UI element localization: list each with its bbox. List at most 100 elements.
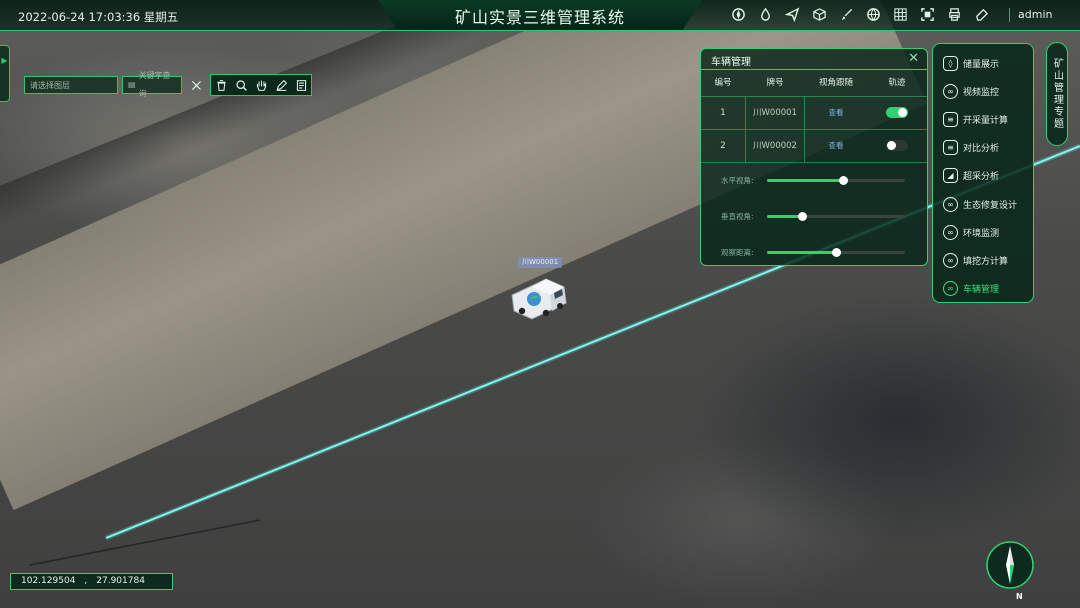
keyword-placeholder: 关键字查询 [138, 71, 171, 98]
track-toggle[interactable] [886, 140, 908, 151]
menu-item-compare[interactable]: ≡ 对比分析 [933, 134, 1033, 162]
slider-fill [767, 215, 802, 218]
table-row: 1 川W00001 查看 [701, 96, 927, 129]
car-icon: ◊ [943, 55, 958, 71]
header-toolbar [728, 4, 992, 25]
triangle-right-icon: ▶ [1, 56, 8, 65]
column-header: 视角跟随 [818, 78, 853, 88]
left-collapse-tab[interactable]: ▶ [0, 45, 10, 102]
vertical-angle-slider: 垂直视角: [701, 205, 927, 241]
trash-icon [216, 79, 226, 91]
brush-icon[interactable] [836, 4, 857, 25]
search-button[interactable] [231, 75, 251, 95]
pan-button[interactable] [251, 75, 271, 95]
view-follow-link[interactable]: 查看 [805, 130, 867, 162]
slider-handle[interactable] [797, 212, 807, 221]
horizontal-angle-slider: 水平视角: [701, 169, 927, 205]
ring-icon: ∞ [943, 196, 958, 212]
slider-label: 观察距离: [721, 248, 754, 257]
view-distance-slider: 观察距离: [701, 241, 927, 277]
vehicle-id: 2 [720, 141, 726, 151]
drop-icon[interactable] [755, 4, 776, 25]
slider-fill [767, 251, 836, 254]
close-icon [191, 80, 201, 90]
menu-item-overmining[interactable]: ◢ 超采分析 [933, 162, 1033, 190]
doc-icon: ≡ [943, 111, 958, 127]
vehicle-table-header: 编号 牌号 视角跟随 轨迹 [701, 70, 927, 96]
hand-icon [256, 80, 266, 91]
vehicle-marker[interactable] [510, 273, 568, 321]
table-row: 2 川W00002 查看 [701, 129, 927, 162]
slider-handle[interactable] [832, 248, 841, 257]
vehicle-plate: 川W00001 [745, 97, 805, 129]
menu-label: 视频监控 [963, 87, 1000, 98]
ring-icon: ∞ [943, 281, 958, 297]
close-icon[interactable]: ✕ [908, 51, 919, 66]
slider-label: 水平视角: [721, 176, 754, 185]
frame-icon[interactable] [917, 4, 938, 25]
menu-label: 对比分析 [963, 144, 1000, 155]
menu-label: 填挖方计算 [963, 256, 1009, 267]
topic-label: 矿山管理专题 [1051, 58, 1063, 130]
slider-label: 垂直视角: [721, 212, 754, 221]
compass-north-label: N [1016, 592, 1023, 601]
track-toggle-cell [867, 130, 927, 162]
vehicle-id: 1 [720, 108, 726, 118]
ring-icon: ∞ [943, 252, 958, 268]
camera-sliders: 水平视角: 垂直视角: 观察距离: [701, 162, 927, 277]
document-icon: ▤ [128, 80, 136, 89]
menu-item-video[interactable]: ∞ 视频监控 [933, 77, 1033, 105]
slider-fill [767, 179, 843, 182]
print-icon[interactable] [944, 4, 965, 25]
menu-item-mining-volume[interactable]: ≡ 开采量计算 [933, 105, 1033, 133]
menu-item-ecology[interactable]: ∞ 生态修复设计 [933, 190, 1033, 218]
column-header: 牌号 [766, 78, 784, 88]
vehicle-label[interactable]: 川W00001 [518, 257, 563, 268]
datetime: 2022-06-24 17:03:36 星期五 [18, 10, 179, 24]
menu-label: 开采量计算 [963, 115, 1009, 126]
panel-header: 车辆管理 ✕ [701, 49, 927, 70]
layer-select[interactable]: 请选择图层 [24, 76, 118, 94]
track-toggle[interactable] [886, 107, 908, 118]
note-button[interactable] [291, 75, 311, 95]
keyword-search-input[interactable]: ▤ 关键字查询 [122, 71, 182, 98]
column-header: 编号 [714, 78, 732, 88]
slider-track[interactable] [767, 212, 905, 221]
ring-icon: ∞ [943, 224, 958, 240]
map-tools-group [210, 74, 312, 96]
user-separator [1009, 8, 1010, 22]
send-icon[interactable] [782, 4, 803, 25]
clear-search-button[interactable] [186, 75, 206, 95]
vehicle-management-panel: 车辆管理 ✕ 编号 牌号 视角跟随 轨迹 1 川W00001 查看 2 川W00… [700, 48, 928, 266]
user-name[interactable]: admin [1018, 8, 1052, 21]
menu-item-environment[interactable]: ∞ 环境监测 [933, 218, 1033, 246]
column-header: 轨迹 [888, 78, 906, 88]
track-toggle-cell [867, 97, 927, 129]
menu-label: 环境监测 [963, 228, 1000, 239]
grid-icon[interactable] [890, 4, 911, 25]
compass-tool-icon[interactable] [728, 4, 749, 25]
menu-label: 车辆管理 [963, 285, 1000, 296]
eraser-icon[interactable] [971, 4, 992, 25]
compass-icon[interactable] [985, 540, 1035, 590]
topic-side-tab[interactable]: 矿山管理专题 [1046, 42, 1068, 146]
menu-item-reserves[interactable]: ◊ 储量展示 [933, 49, 1033, 77]
feature-menu: ◊ 储量展示 ∞ 视频监控 ≡ 开采量计算 ≡ 对比分析 ◢ 超采分析 ∞ 生态修复设计 ∞… [932, 43, 1034, 303]
menu-label: 生态修复设计 [963, 200, 1018, 211]
coordinate-readout: 102.129504 , 27.901784 [10, 573, 173, 590]
menu-item-vehicles[interactable]: ∞ 车辆管理 [933, 275, 1033, 303]
slider-track[interactable] [767, 176, 905, 185]
menu-label: 储量展示 [963, 59, 1000, 70]
slider-track[interactable] [767, 248, 905, 257]
view-follow-link[interactable]: 查看 [805, 97, 867, 129]
slider-handle[interactable] [838, 176, 848, 185]
search-toolbar: 请选择图层 ▤ 关键字查询 [24, 71, 312, 98]
menu-item-cut-fill[interactable]: ∞ 填挖方计算 [933, 246, 1033, 274]
app-title: 矿山实景三维管理系统 [454, 8, 625, 27]
cube-icon[interactable] [809, 4, 830, 25]
delete-button[interactable] [211, 75, 231, 95]
globe-icon[interactable] [863, 4, 884, 25]
ring-icon: ∞ [943, 83, 958, 99]
doc-icon: ≡ [943, 140, 958, 156]
edit-button[interactable] [271, 75, 291, 95]
